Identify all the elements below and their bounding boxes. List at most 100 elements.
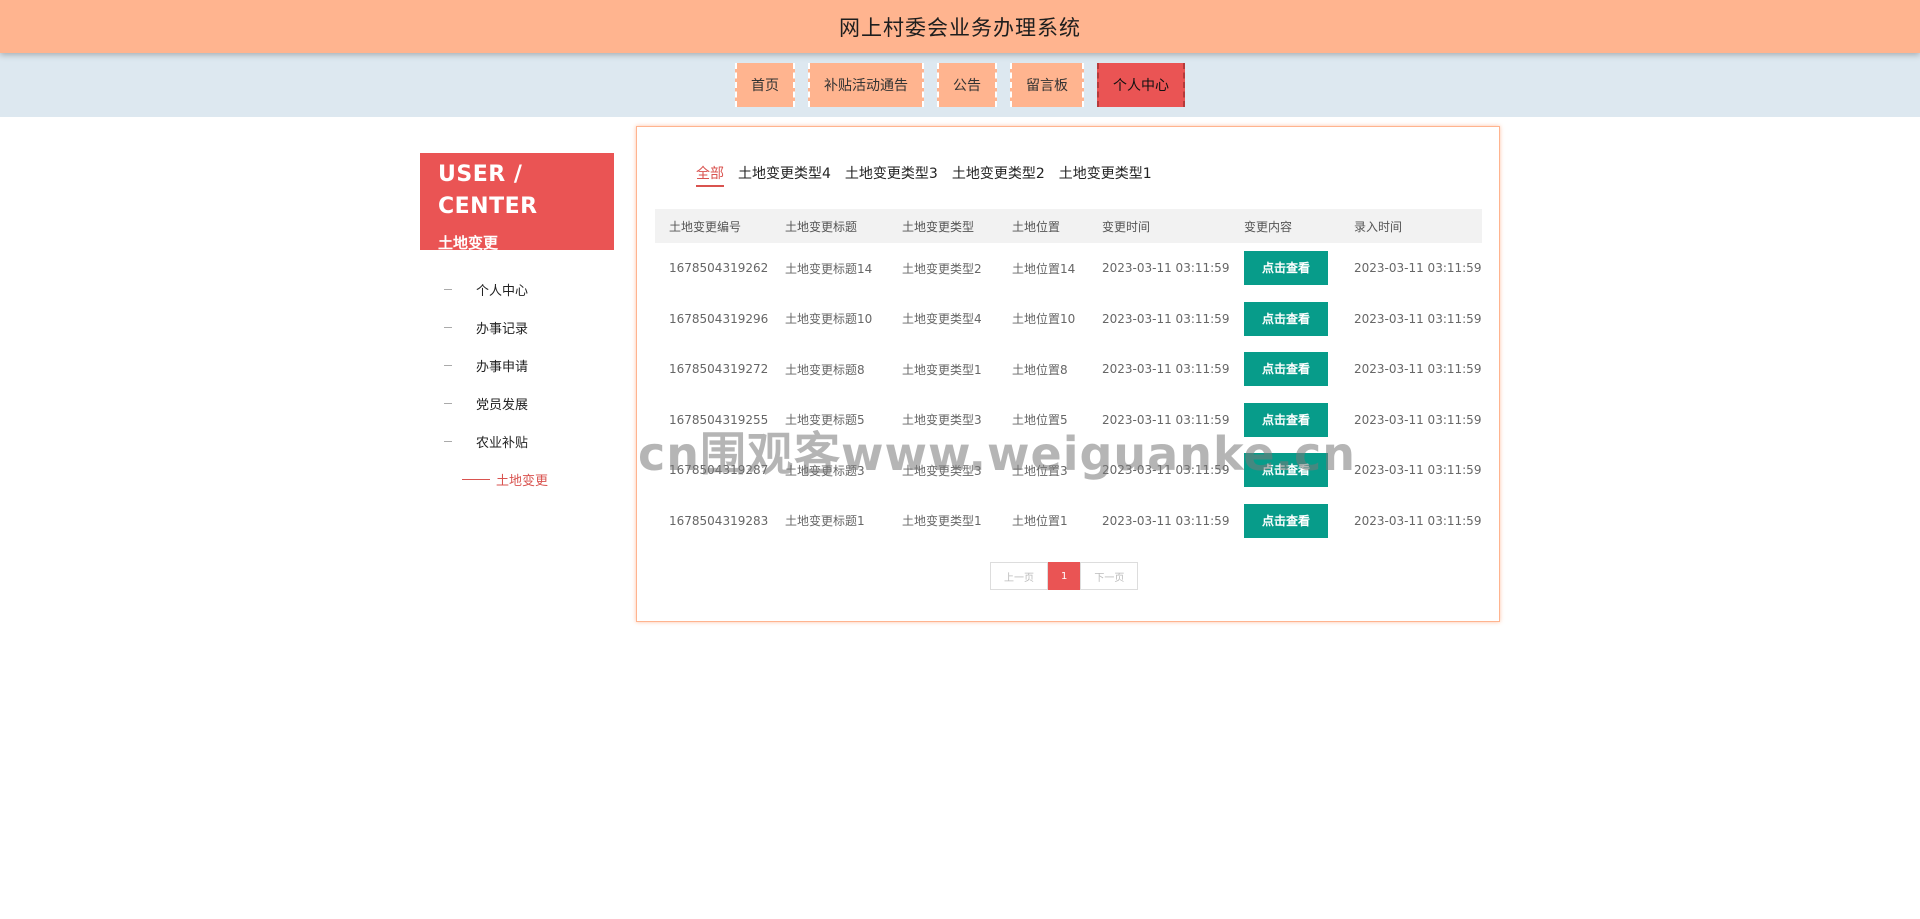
cell-title: 土地变更标题5 [785,413,865,428]
nav-item-announcement[interactable]: 公告 [937,63,997,107]
prev-page-button[interactable]: 上一页 [990,562,1048,590]
col-header-entry-time: 录入时间 [1340,209,1482,243]
view-button[interactable]: 点击查看 [1244,453,1328,488]
cell-location: 土地位置8 [1012,362,1068,377]
cell-entry-time: 2023-03-11 03:11:59 [1354,412,1482,427]
cell-title: 土地变更标题1 [785,514,865,529]
cell-change-time: 2023-03-11 03:11:59 [1102,463,1230,478]
dash-icon [444,288,452,290]
cell-type: 土地变更类型2 [902,261,982,276]
dash-icon [444,326,452,328]
sidebar-item-label: 土地变更 [496,473,549,489]
pagination: 上一页 1 下一页 [990,562,1139,590]
dash-icon [444,402,452,404]
side-menu: 个人中心 办事记录 办事申请 党员发展 农业补贴 土地变更 [420,270,614,498]
sidebar-item-label: 办事申请 [476,359,529,375]
col-header-location: 土地位置 [998,209,1088,243]
col-header-type: 土地变更类型 [888,209,998,243]
table-row: 1678504319296 土地变更标题10 土地变更类型4 土地位置10 20… [655,294,1482,345]
cell-content: 点击查看 [1230,445,1340,496]
table-row: 1678504319255 土地变更标题5 土地变更类型3 土地位置5 2023… [655,395,1482,446]
sidebar-item-affairs-record[interactable]: 办事记录 [420,308,614,346]
cell-title: 土地变更标题10 [785,312,873,327]
cell-type: 土地变更类型3 [902,463,982,478]
sidebar-item-land-change[interactable]: 土地变更 [420,460,614,498]
cell-id: 1678504319287 [669,463,769,478]
view-button[interactable]: 点击查看 [1244,301,1328,336]
page-button-current[interactable]: 1 [1048,562,1081,590]
sidebar: USER / CENTER 土地变更 个人中心 办事记录 办事申请 党员发展 农… [420,153,614,498]
table-row: 1678504319272 土地变更标题8 土地变更类型1 土地位置8 2023… [655,344,1482,395]
cell-title: 土地变更标题3 [785,463,865,478]
filter-tab-type4[interactable]: 土地变更类型4 [738,163,831,187]
cell-location: 土地位置1 [1012,514,1068,529]
cell-id: 1678504319283 [669,513,769,528]
land-change-table: 土地变更编号 土地变更标题 土地变更类型 土地位置 变更时间 变更内容 录入时间… [655,209,1482,546]
view-button[interactable]: 点击查看 [1244,402,1328,437]
filter-tab-type1[interactable]: 土地变更类型1 [1059,163,1152,187]
cell-id: 1678504319255 [669,412,769,427]
main-content: 全部 土地变更类型4 土地变更类型3 土地变更类型2 土地变更类型1 土地变更编… [636,126,1500,622]
cell-title: 土地变更标题8 [785,362,865,377]
site-title: 网上村委会业务办理系统 [839,15,1081,40]
cell-title: 土地变更标题14 [785,261,873,276]
sidebar-item-label: 个人中心 [476,283,529,299]
dash-icon [444,364,452,366]
cell-location: 土地位置14 [1012,261,1076,276]
user-center-subtitle: 土地变更 [438,234,499,252]
cell-content: 点击查看 [1230,395,1340,446]
cell-change-time: 2023-03-11 03:11:59 [1102,513,1230,528]
sidebar-item-agri-subsidy[interactable]: 农业补贴 [420,422,614,460]
cell-entry-time: 2023-03-11 03:11:59 [1354,463,1482,478]
filter-tab-type3[interactable]: 土地变更类型3 [845,163,938,187]
cell-change-time: 2023-03-11 03:11:59 [1102,311,1230,326]
table-row: 1678504319262 土地变更标题14 土地变更类型2 土地位置14 20… [655,243,1482,294]
cell-entry-time: 2023-03-11 03:11:59 [1354,513,1482,528]
main-nav: 首页 补贴活动通告 公告 留言板 个人中心 [0,53,1920,117]
cell-entry-time: 2023-03-11 03:11:59 [1354,261,1482,276]
user-center-title: USER / CENTER [438,162,538,219]
sidebar-item-label: 农业补贴 [476,435,529,451]
sidebar-item-personal-center[interactable]: 个人中心 [420,270,614,308]
cell-type: 土地变更类型4 [902,312,982,327]
table-header-row: 土地变更编号 土地变更标题 土地变更类型 土地位置 变更时间 变更内容 录入时间 [655,209,1482,243]
col-header-id: 土地变更编号 [655,209,771,243]
line-icon [462,478,490,480]
view-button[interactable]: 点击查看 [1244,251,1328,286]
cell-content: 点击查看 [1230,243,1340,294]
cell-type: 土地变更类型1 [902,362,982,377]
cell-content: 点击查看 [1230,294,1340,345]
sidebar-item-label: 党员发展 [476,397,529,413]
col-header-content: 变更内容 [1230,209,1340,243]
nav-item-user-center[interactable]: 个人中心 [1097,63,1185,107]
view-button[interactable]: 点击查看 [1244,352,1328,387]
cell-location: 土地位置10 [1012,312,1076,327]
filter-tabs: 全部 土地变更类型4 土地变更类型3 土地变更类型2 土地变更类型1 [696,163,1152,187]
cell-content: 点击查看 [1230,344,1340,395]
nav-item-home[interactable]: 首页 [735,63,795,107]
top-header: 网上村委会业务办理系统 [0,0,1920,53]
nav-item-message-board[interactable]: 留言板 [1010,63,1084,107]
cell-change-time: 2023-03-11 03:11:59 [1102,261,1230,276]
dash-icon [444,440,452,442]
filter-tab-all[interactable]: 全部 [696,163,724,187]
next-page-button[interactable]: 下一页 [1080,562,1139,590]
sidebar-item-party-development[interactable]: 党员发展 [420,384,614,422]
cell-id: 1678504319262 [669,261,769,276]
view-button[interactable]: 点击查看 [1244,503,1328,538]
cell-id: 1678504319272 [669,362,769,377]
cell-content: 点击查看 [1230,496,1340,547]
col-header-title: 土地变更标题 [771,209,888,243]
filter-tab-type2[interactable]: 土地变更类型2 [952,163,1045,187]
cell-type: 土地变更类型3 [902,413,982,428]
cell-location: 土地位置5 [1012,413,1068,428]
sidebar-item-affairs-apply[interactable]: 办事申请 [420,346,614,384]
sidebar-item-label: 办事记录 [476,321,529,337]
nav-item-subsidy-notice[interactable]: 补贴活动通告 [808,63,924,107]
user-center-banner: USER / CENTER 土地变更 [420,153,614,252]
cell-location: 土地位置3 [1012,463,1068,478]
cell-entry-time: 2023-03-11 03:11:59 [1354,311,1482,326]
table-row: 1678504319283 土地变更标题1 土地变更类型1 土地位置1 2023… [655,496,1482,547]
cell-change-time: 2023-03-11 03:11:59 [1102,412,1230,427]
cell-entry-time: 2023-03-11 03:11:59 [1354,362,1482,377]
